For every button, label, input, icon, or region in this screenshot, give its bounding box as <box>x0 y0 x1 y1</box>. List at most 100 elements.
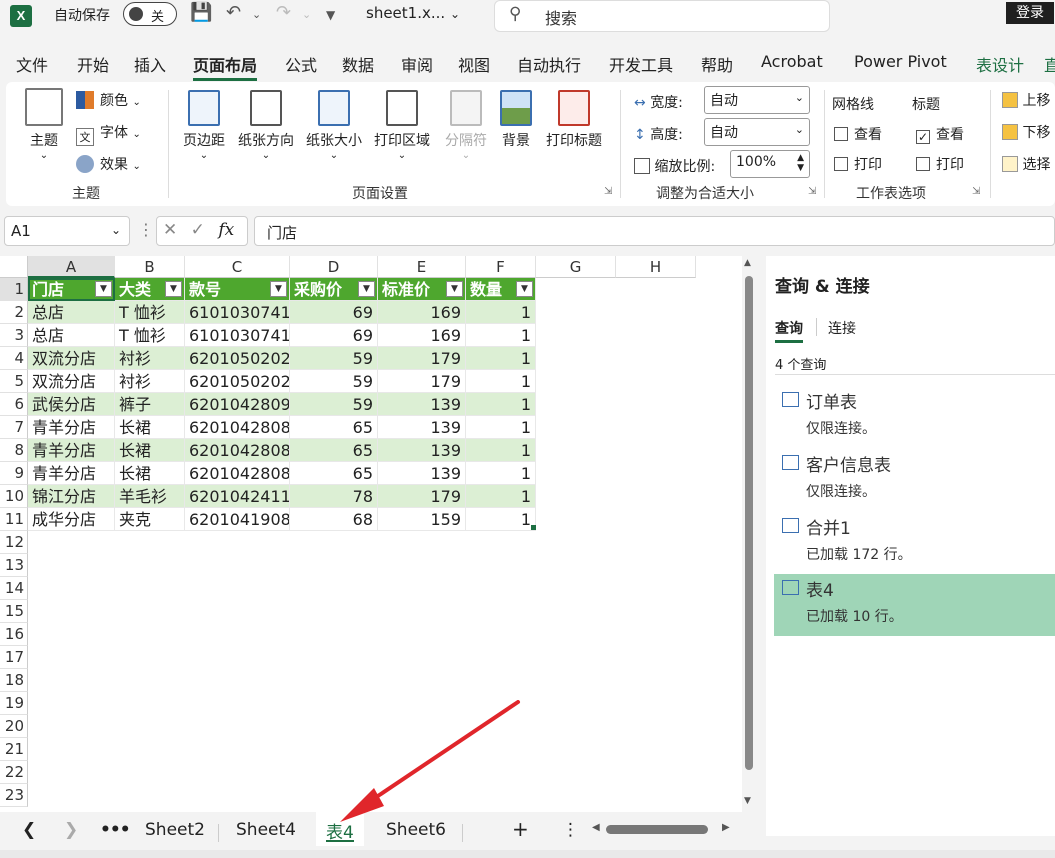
margins-button[interactable]: 页边距 ⌄ <box>176 90 232 161</box>
table-cell[interactable]: 6201042808 <box>185 462 290 485</box>
table-cell[interactable]: 65 <box>290 439 378 462</box>
name-box[interactable]: A1 ⌄ <box>4 216 130 246</box>
filter-dropdown-icon[interactable]: ▼ <box>516 281 533 297</box>
table-cell[interactable]: 1 <box>466 485 536 508</box>
filter-dropdown-icon[interactable]: ▼ <box>165 281 182 297</box>
tab-automate[interactable]: 自动执行 <box>517 52 581 76</box>
table-cell[interactable]: 锦江分店 <box>28 485 115 508</box>
column-header[interactable]: F <box>466 256 536 278</box>
row-header[interactable]: 2 <box>0 301 28 324</box>
scroll-left-icon[interactable]: ◀ <box>592 822 600 833</box>
column-header[interactable]: H <box>616 256 696 278</box>
row-header[interactable]: 9 <box>0 462 28 485</box>
orientation-button[interactable]: 纸张方向 ⌄ <box>234 90 298 161</box>
table-cell[interactable]: 夹克 <box>115 508 185 531</box>
tab-file[interactable]: 文件 <box>16 52 48 76</box>
more-sheets-icon[interactable]: ••• <box>100 820 131 840</box>
table-cell[interactable]: 59 <box>290 347 378 370</box>
column-header[interactable]: B <box>115 256 185 278</box>
send-backward-button[interactable]: 下移 <box>1002 122 1050 142</box>
table-cell[interactable]: 6201042808 <box>185 416 290 439</box>
table-cell[interactable]: 衬衫 <box>115 370 185 393</box>
table-header-cell[interactable]: 大类 ▼ <box>115 278 185 301</box>
table-header-cell[interactable]: 门店 ▼ <box>28 278 115 301</box>
tab-overflow[interactable]: 直 <box>1044 52 1055 76</box>
table-cell[interactable]: 139 <box>378 462 466 485</box>
row-header[interactable]: 15 <box>0 600 28 623</box>
selection-pane-button[interactable]: 选择 <box>1002 154 1050 174</box>
select-all-corner[interactable] <box>0 256 28 278</box>
table-cell[interactable]: 1 <box>466 508 536 531</box>
table-cell[interactable]: 59 <box>290 393 378 416</box>
gridlines-view-checkbox[interactable]: 查看 <box>834 124 882 144</box>
table-cell[interactable]: 6101030741 <box>185 301 290 324</box>
table-header-cell[interactable]: 标准价 ▼ <box>378 278 466 301</box>
table-cell[interactable]: 68 <box>290 508 378 531</box>
undo-dropdown-icon[interactable]: ⌄ <box>252 8 261 21</box>
table-cell[interactable]: 6101030741 <box>185 324 290 347</box>
row-header[interactable]: 23 <box>0 784 28 807</box>
row-header[interactable]: 12 <box>0 531 28 554</box>
row-header[interactable]: 8 <box>0 439 28 462</box>
table-cell[interactable]: 169 <box>378 324 466 347</box>
height-select[interactable]: 自动 ⌄ <box>704 118 810 146</box>
table-cell[interactable]: 总店 <box>28 324 115 347</box>
dialog-launcher-icon[interactable]: ⇲ <box>808 186 816 197</box>
tab-review[interactable]: 审阅 <box>401 52 433 76</box>
table-cell[interactable]: 成华分店 <box>28 508 115 531</box>
row-header[interactable]: 5 <box>0 370 28 393</box>
table-cell[interactable]: 羊毛衫 <box>115 485 185 508</box>
table-cell[interactable]: 139 <box>378 439 466 462</box>
column-header[interactable]: E <box>378 256 466 278</box>
table-cell[interactable]: T 恤衫 <box>115 301 185 324</box>
query-item[interactable]: 合并1 已加载 172 行。 <box>774 512 1055 574</box>
row-header[interactable]: 4 <box>0 347 28 370</box>
row-header[interactable]: 7 <box>0 416 28 439</box>
table-cell[interactable]: 179 <box>378 485 466 508</box>
vertical-scroll-thumb[interactable] <box>745 276 753 770</box>
query-item[interactable]: 客户信息表 仅限连接。 <box>774 449 1055 511</box>
table-cell[interactable]: 1 <box>466 439 536 462</box>
row-header[interactable]: 14 <box>0 577 28 600</box>
tab-table-design[interactable]: 表设计 <box>976 52 1024 76</box>
print-titles-button[interactable]: 打印标题 <box>542 90 606 150</box>
headings-print-checkbox[interactable]: 打印 <box>916 154 964 174</box>
print-area-button[interactable]: 打印区域 ⌄ <box>370 90 434 161</box>
tab-home[interactable]: 开始 <box>77 52 109 76</box>
table-cell[interactable]: 6201042411 <box>185 485 290 508</box>
table-cell[interactable]: 6201050202 <box>185 370 290 393</box>
column-header[interactable]: D <box>290 256 378 278</box>
table-cell[interactable]: 1 <box>466 301 536 324</box>
tab-view[interactable]: 视图 <box>458 52 490 76</box>
dialog-launcher-icon[interactable]: ⇲ <box>972 186 980 197</box>
table-cell[interactable]: 长裙 <box>115 416 185 439</box>
table-cell[interactable]: 6201050202 <box>185 347 290 370</box>
table-cell[interactable]: 69 <box>290 324 378 347</box>
tab-connections[interactable]: 连接 <box>828 318 856 338</box>
table-header-cell[interactable]: 款号 ▼ <box>185 278 290 301</box>
scale-spinner[interactable]: 100% ▲ ▼ <box>730 150 810 178</box>
breaks-button[interactable]: 分隔符 ⌄ <box>438 90 494 161</box>
customize-qat-icon[interactable]: ▼ <box>326 8 335 22</box>
table-cell[interactable]: 长裙 <box>115 462 185 485</box>
tab-developer[interactable]: 开发工具 <box>609 52 673 76</box>
row-header[interactable]: 3 <box>0 324 28 347</box>
table-cell[interactable]: 179 <box>378 370 466 393</box>
table-cell[interactable]: 6201042809 <box>185 393 290 416</box>
table-cell[interactable]: 169 <box>378 301 466 324</box>
tab-acrobat[interactable]: Acrobat <box>761 52 823 71</box>
table-cell[interactable]: 78 <box>290 485 378 508</box>
headings-view-checkbox[interactable]: ✓ 查看 <box>916 124 964 144</box>
table-cell[interactable]: 159 <box>378 508 466 531</box>
row-header[interactable]: 13 <box>0 554 28 577</box>
table-cell[interactable]: 青羊分店 <box>28 462 115 485</box>
table-cell[interactable]: 1 <box>466 416 536 439</box>
redo-icon[interactable]: ↷ <box>276 2 291 23</box>
more-icon[interactable]: ⋮ <box>138 220 154 239</box>
table-cell[interactable]: 双流分店 <box>28 347 115 370</box>
row-header[interactable]: 17 <box>0 646 28 669</box>
tab-formulas[interactable]: 公式 <box>285 52 317 76</box>
gridlines-print-checkbox[interactable]: 打印 <box>834 154 882 174</box>
login-button[interactable]: 登录 <box>1006 2 1054 24</box>
table-cell[interactable]: 1 <box>466 347 536 370</box>
